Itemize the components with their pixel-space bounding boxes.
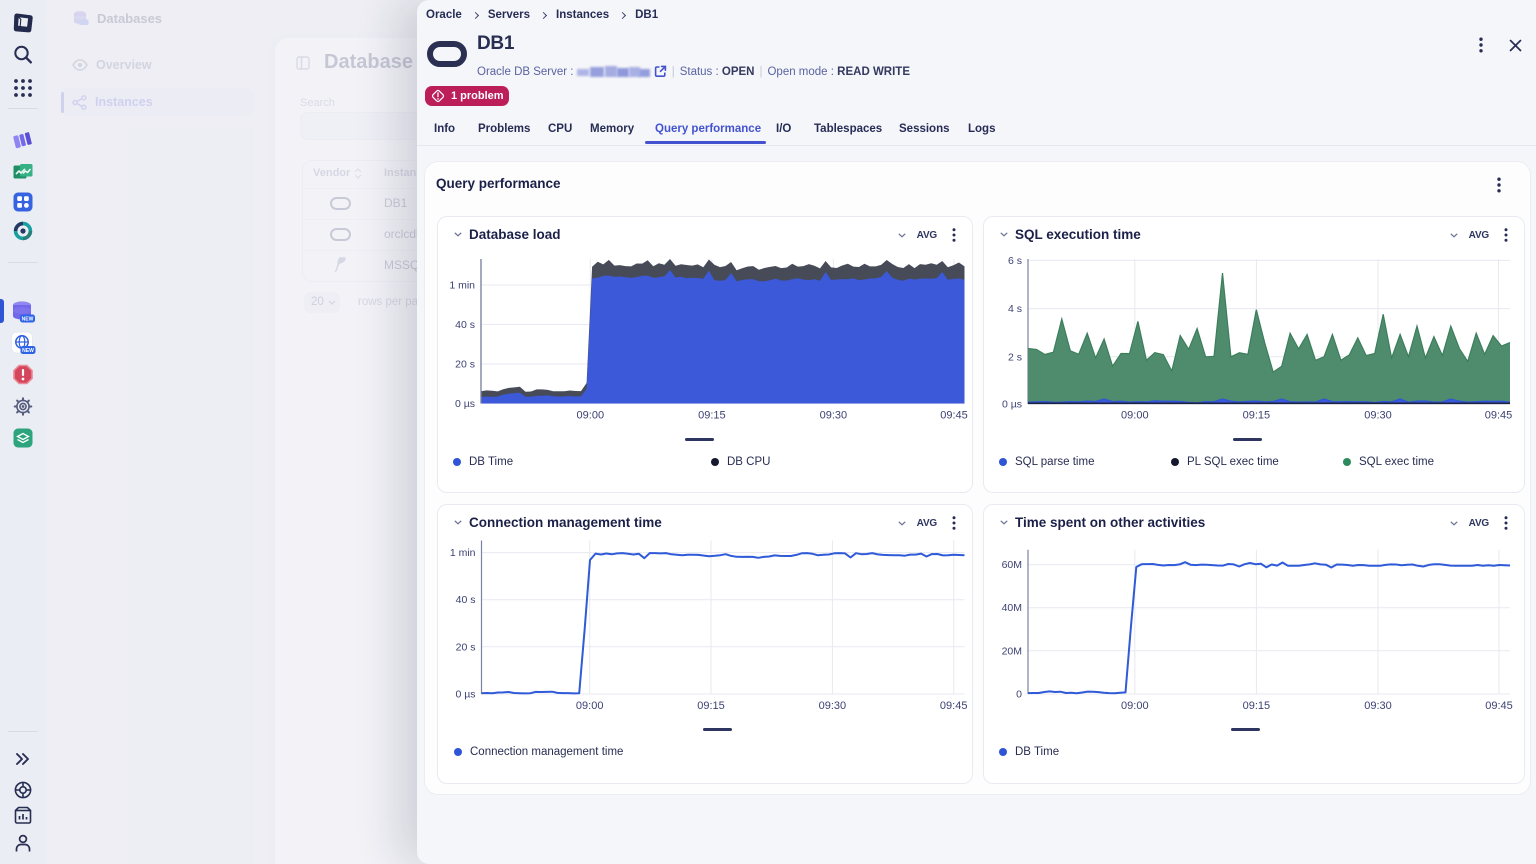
svg-text:09:15: 09:15 (1243, 410, 1271, 422)
svg-text:4 s: 4 s (1008, 303, 1022, 315)
svg-text:09:45: 09:45 (940, 700, 968, 712)
svg-text:0 µs: 0 µs (1002, 399, 1022, 411)
svg-text:40 s: 40 s (455, 319, 475, 331)
svg-text:09:30: 09:30 (1364, 410, 1392, 422)
svg-text:NEW: NEW (22, 348, 34, 354)
svg-text:40M: 40M (1002, 602, 1022, 614)
svg-text:0: 0 (1016, 689, 1022, 701)
svg-text:20 s: 20 s (455, 359, 475, 371)
svg-text:09:00: 09:00 (577, 410, 605, 422)
svg-text:0 µs: 0 µs (455, 398, 475, 410)
svg-text:09:30: 09:30 (819, 700, 847, 712)
svg-text:NEW: NEW (22, 317, 34, 323)
svg-text:1 min: 1 min (450, 547, 476, 559)
svg-text:09:45: 09:45 (940, 410, 968, 422)
svg-text:60M: 60M (1002, 559, 1022, 571)
svg-text:6 s: 6 s (1008, 255, 1022, 267)
svg-text:09:15: 09:15 (698, 410, 726, 422)
svg-text:09:00: 09:00 (1121, 700, 1149, 712)
svg-text:20 s: 20 s (456, 641, 476, 653)
svg-text:09:30: 09:30 (1364, 700, 1392, 712)
svg-text:09:15: 09:15 (697, 700, 725, 712)
svg-text:09:15: 09:15 (1243, 700, 1271, 712)
svg-text:09:00: 09:00 (1121, 410, 1149, 422)
svg-text:09:45: 09:45 (1485, 700, 1513, 712)
svg-text:1 min: 1 min (449, 280, 475, 292)
svg-text:09:00: 09:00 (576, 700, 604, 712)
svg-text:2 s: 2 s (1008, 351, 1022, 363)
svg-text:09:30: 09:30 (820, 410, 848, 422)
svg-text:09:45: 09:45 (1485, 410, 1513, 422)
svg-text:40 s: 40 s (456, 594, 476, 606)
svg-text:0 µs: 0 µs (455, 689, 475, 701)
svg-text:20M: 20M (1002, 645, 1022, 657)
